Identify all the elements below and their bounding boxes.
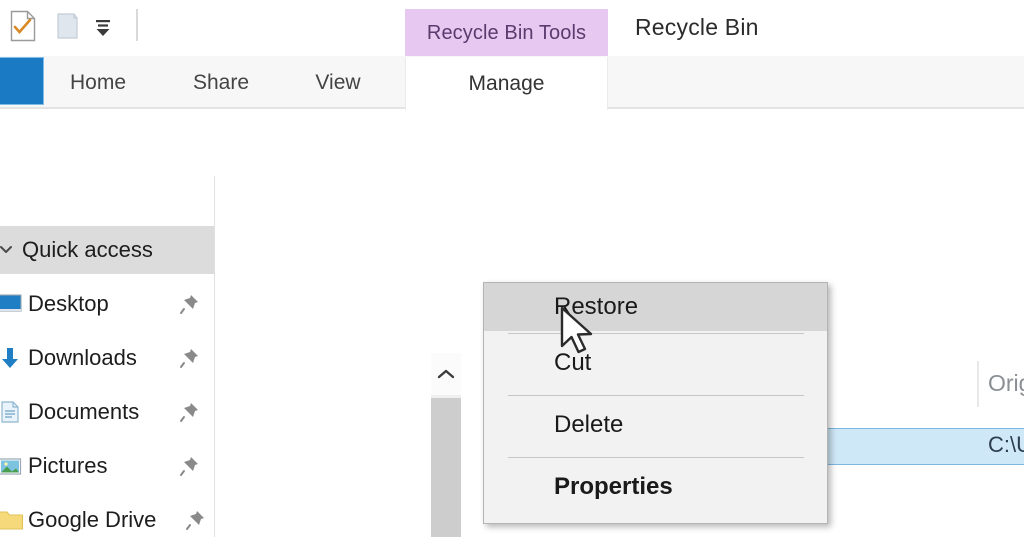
- file-explorer-window: Recycle Bin Tools Recycle Bin Home Share…: [0, 0, 1024, 537]
- menu-separator: [508, 457, 804, 458]
- context-menu-item-label: Properties: [554, 473, 673, 500]
- file-original-location: C:\Users\ravi.singh\Pic: [988, 432, 1024, 457]
- context-menu-item-delete[interactable]: Delete: [484, 401, 827, 449]
- context-menu-item-label: Cut: [554, 349, 592, 376]
- scroll-up-button[interactable]: [431, 353, 461, 395]
- customize-qat-chevron-icon[interactable]: [92, 18, 114, 38]
- pictures-icon: [0, 454, 22, 478]
- sidebar-item-label: Quick access: [22, 237, 153, 262]
- new-folder-icon[interactable]: [56, 11, 86, 41]
- pin-icon[interactable]: [178, 455, 200, 477]
- folder-icon: [0, 508, 24, 532]
- context-menu: Restore Cut Delete Properties: [483, 282, 828, 524]
- sidebar-item-label: Downloads: [28, 345, 137, 370]
- navigation-bar: Recycle Bin: [0, 112, 1024, 276]
- column-divider[interactable]: [977, 361, 979, 407]
- contextual-tab-group-header: Recycle Bin Tools: [405, 9, 608, 57]
- sidebar-item-documents[interactable]: Documents: [0, 388, 215, 436]
- toolbar-divider: [136, 9, 138, 41]
- menu-separator: [508, 395, 804, 396]
- pin-icon[interactable]: [178, 347, 200, 369]
- downloads-arrow-icon: [0, 346, 22, 370]
- pin-icon[interactable]: [178, 293, 200, 315]
- desktop-icon: [0, 292, 22, 316]
- context-menu-item-properties[interactable]: Properties: [484, 463, 827, 511]
- context-menu-item-cut[interactable]: Cut: [484, 339, 827, 387]
- tab-view[interactable]: View: [296, 57, 380, 108]
- properties-icon[interactable]: [10, 10, 36, 42]
- context-menu-item-label: Delete: [554, 411, 624, 438]
- window-title: Recycle Bin: [635, 14, 759, 40]
- sidebar-item-google-drive[interactable]: Google Drive: [0, 496, 215, 537]
- column-header-original-location[interactable]: Original Location: [988, 370, 1024, 397]
- tab-manage[interactable]: Manage: [405, 57, 608, 110]
- pin-icon[interactable]: [184, 509, 206, 531]
- sidebar-item-pictures[interactable]: Pictures: [0, 442, 215, 490]
- sidebar-item-quick-access[interactable]: Quick access: [0, 226, 215, 274]
- pin-icon[interactable]: [178, 401, 200, 423]
- tab-share[interactable]: Share: [172, 57, 270, 108]
- contextual-tab-group-label: Recycle Bin Tools: [426, 21, 587, 44]
- title-bar: Recycle Bin Tools Recycle Bin: [0, 0, 1024, 57]
- sidebar-item-label: Google Drive: [28, 507, 157, 532]
- menu-separator: [508, 333, 804, 334]
- context-menu-item-restore[interactable]: Restore: [484, 283, 827, 331]
- context-menu-item-label: Restore: [554, 293, 639, 320]
- sidebar-item-label: Documents: [28, 399, 140, 424]
- sidebar-item-label: Desktop: [28, 291, 109, 316]
- documents-icon: [0, 400, 22, 424]
- sidebar-item-label: Pictures: [28, 453, 108, 478]
- tab-home[interactable]: Home: [52, 57, 144, 108]
- file-menu-button[interactable]: [0, 57, 44, 105]
- chevron-down-icon[interactable]: [0, 243, 14, 257]
- navigation-pane: Quick access Desktop Downloads Documents…: [0, 176, 215, 537]
- scrollbar-thumb[interactable]: [431, 398, 461, 537]
- sidebar-item-downloads[interactable]: Downloads: [0, 334, 215, 382]
- sidebar-item-desktop[interactable]: Desktop: [0, 280, 215, 328]
